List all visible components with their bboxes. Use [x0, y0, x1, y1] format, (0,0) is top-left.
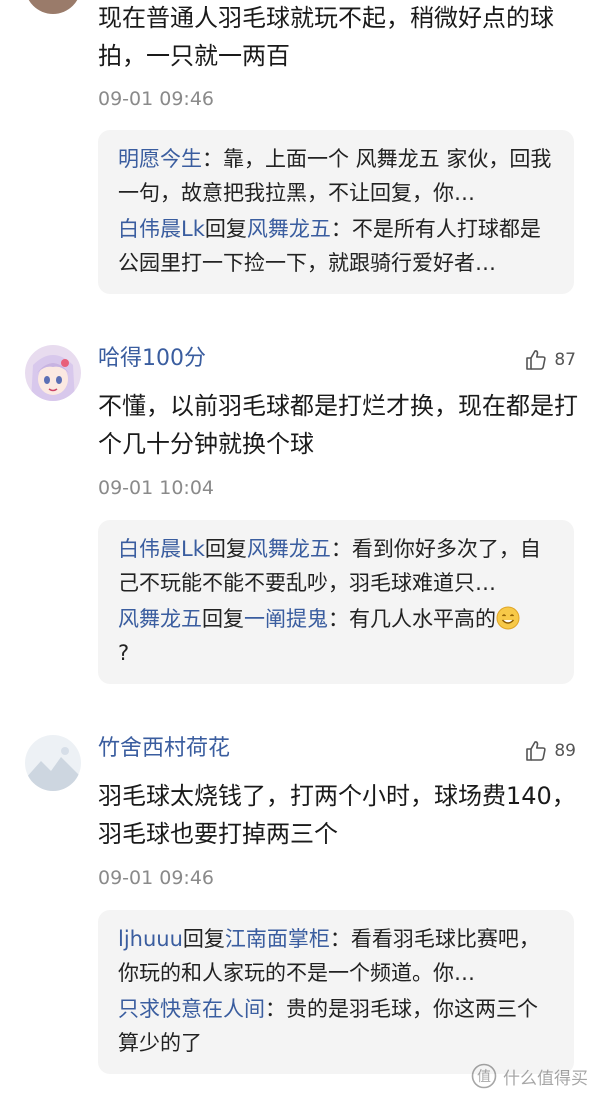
reply-user[interactable]: ljhuuu [118, 927, 183, 951]
reply-item[interactable]: 白伟晨Lk回复风舞龙五：不是所有人打球都是公园里打一下捡一下，就跟骑行爱好者… [118, 212, 554, 280]
reply-item[interactable]: 明愿今生：靠，上面一个 风舞龙五 家伙，回我一句，故意把我拉黑，不让回复，你… [118, 142, 554, 210]
comment-text: 现在普通人羽毛球就玩不起，稍微好点的球拍，一只就一两百 [98, 4, 554, 70]
comment-text: 羽毛球太烧钱了，打两个小时，球场费140，羽毛球也要打掉两三个 [98, 782, 576, 848]
like-button[interactable]: 87 [524, 348, 576, 372]
reply-connector: 回复 [204, 217, 247, 241]
reply-item[interactable]: 风舞龙五回复一阐提鬼：有几人水平高的 ? [118, 602, 554, 670]
comment-text: 不懂，以前羽毛球都是打烂才换，现在都是打个几十分钟就换个球 [98, 392, 578, 458]
smile-emoji-icon [496, 606, 520, 630]
svg-text:值: 值 [477, 1069, 491, 1085]
reply-user[interactable]: 明愿今生 [118, 147, 202, 171]
reply-user[interactable]: 只求快意在人间 [118, 997, 265, 1021]
watermark: 值 什么值得买 [471, 1063, 588, 1089]
reply-target[interactable]: 风舞龙五 [247, 537, 331, 561]
thumbs-up-icon [526, 741, 547, 761]
avatar[interactable] [25, 0, 81, 14]
reply-item[interactable]: 只求快意在人间：贵的是羽毛球，你这两三个 算少的了 [118, 992, 554, 1060]
reply-box[interactable]: 白伟晨Lk回复风舞龙五：看到你好多次了，自己不玩能不能不要乱吵，羽毛球难道只… … [98, 520, 574, 684]
thumbs-up-icon [526, 350, 547, 370]
reply-user[interactable]: 风舞龙五 [118, 607, 202, 631]
reply-target[interactable]: 一阐提鬼 [244, 607, 328, 631]
reply-connector: 回复 [202, 607, 244, 631]
comment-username[interactable]: 哈得100分 [98, 345, 206, 373]
reply-box[interactable]: ljhuuu回复江南面掌柜：看看羽毛球比赛吧，你玩的和人家玩的不是一个频道。你…… [98, 910, 574, 1074]
avatar[interactable] [25, 345, 81, 401]
comment-time: 09-01 10:04 [98, 477, 215, 499]
reply-item[interactable]: ljhuuu回复江南面掌柜：看看羽毛球比赛吧，你玩的和人家玩的不是一个频道。你… [118, 922, 554, 990]
reply-user[interactable]: 白伟晨Lk [118, 217, 205, 241]
reply-connector: 回复 [204, 537, 247, 561]
reply-item[interactable]: 白伟晨Lk回复风舞龙五：看到你好多次了，自己不玩能不能不要乱吵，羽毛球难道只… [118, 532, 554, 600]
comment-time: 09-01 09:46 [98, 88, 215, 110]
watermark-text: 什么值得买 [503, 1068, 588, 1089]
smzdm-logo-icon: 值 [471, 1063, 497, 1089]
reply-user[interactable]: 白伟晨Lk [118, 537, 205, 561]
reply-content: ：有几人水平高的 [328, 607, 496, 631]
like-count: 87 [554, 350, 576, 370]
reply-tail: ? [118, 641, 130, 665]
reply-connector: 回复 [182, 927, 225, 951]
comment-username[interactable]: 竹舍西村荷花 [98, 735, 230, 763]
like-button[interactable]: 89 [524, 739, 576, 763]
reply-box[interactable]: 明愿今生：靠，上面一个 风舞龙五 家伙，回我一句，故意把我拉黑，不让回复，你… … [98, 130, 574, 294]
reply-target[interactable]: 风舞龙五 [247, 217, 331, 241]
reply-target[interactable]: 江南面掌柜 [225, 927, 330, 951]
comment-time: 09-01 09:46 [98, 867, 215, 889]
avatar[interactable] [25, 735, 81, 791]
like-count: 89 [554, 741, 576, 761]
